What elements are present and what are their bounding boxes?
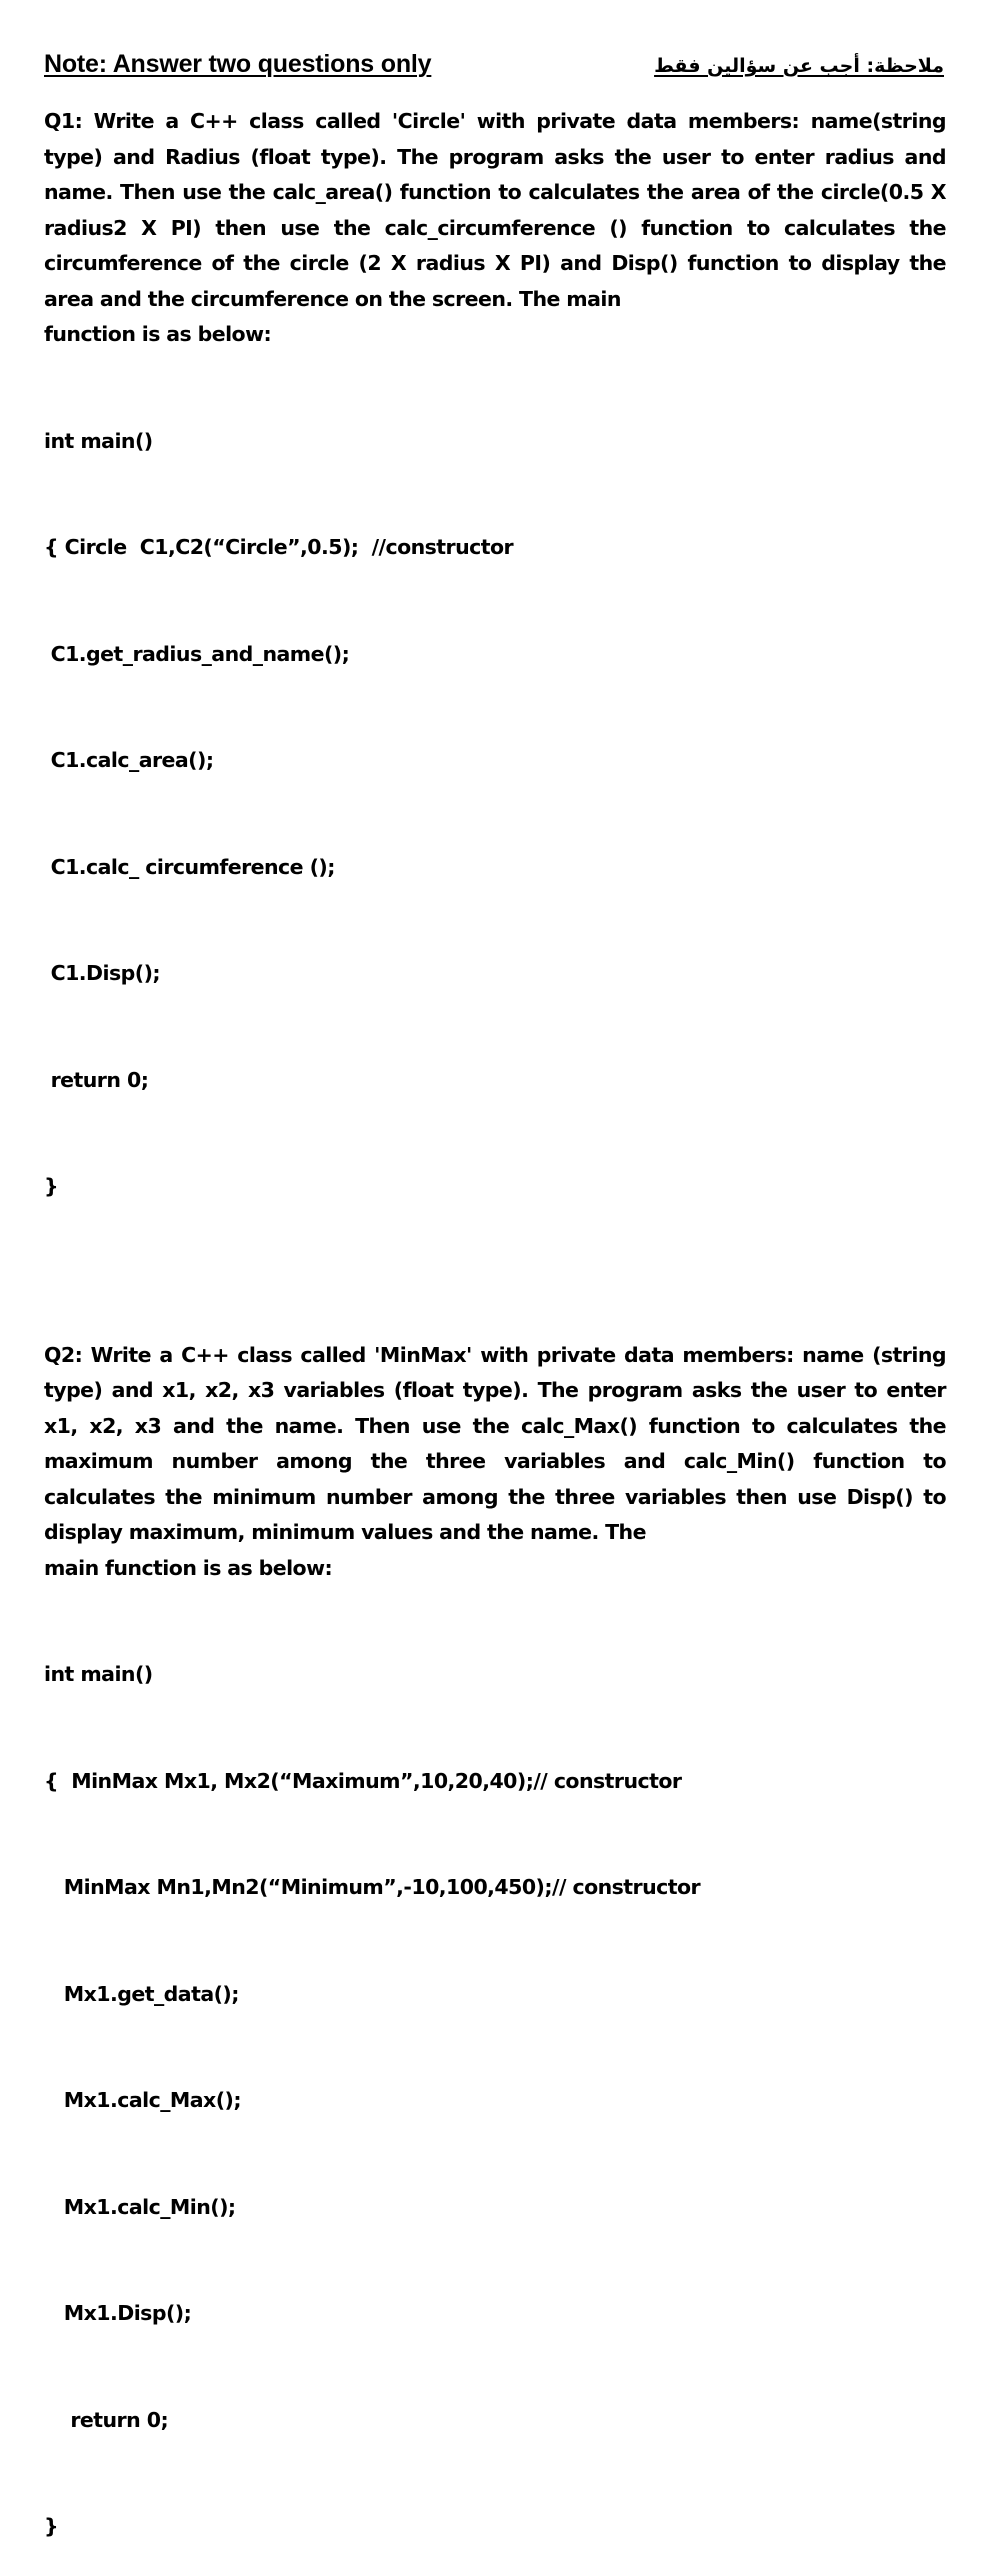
question-q1: Q1: Write a C++ class called 'Circle' wi… <box>44 104 946 1276</box>
q1-code-line: } <box>44 1169 946 1205</box>
q2-code-line: Mx1.calc_Max(); <box>44 2083 946 2119</box>
q2-code-line: Mx1.calc_Min(); <box>44 2190 946 2226</box>
q2-code-line: return 0; <box>44 2403 946 2439</box>
note-heading-arabic: ملاحظة: أجب عن سؤالين فقط <box>654 55 946 77</box>
q1-code-line: { Circle C1,C2(“Circle”,0.5); //construc… <box>44 530 946 566</box>
q2-code-line: Mx1.Disp(); <box>44 2296 946 2332</box>
document-page: Note: Answer two questions only ملاحظة: … <box>0 0 996 1280</box>
q1-code-line: C1.calc_area(); <box>44 743 946 779</box>
q1-code-line: C1.get_radius_and_name(); <box>44 637 946 673</box>
q2-code-block: int main() { MinMax Mx1, Mx2(“Maximum”,1… <box>44 1586 946 2560</box>
header-row: Note: Answer two questions only ملاحظة: … <box>44 50 946 79</box>
q2-code-line: } <box>44 2509 946 2545</box>
q1-statement-tail: function is as below: <box>44 317 946 353</box>
note-heading-english: Note: Answer two questions only <box>44 50 431 79</box>
question-q2: Q2: Write a C++ class called 'MinMax' wi… <box>44 1338 946 2560</box>
q1-code-line: C1.Disp(); <box>44 956 946 992</box>
q1-code-line: int main() <box>44 424 946 460</box>
q2-code-line: MinMax Mn1,Mn2(“Minimum”,-10,100,450);//… <box>44 1870 946 1906</box>
q2-code-line: { MinMax Mx1, Mx2(“Maximum”,10,20,40);//… <box>44 1764 946 1800</box>
document-body: Q1: Write a C++ class called 'Circle' wi… <box>44 104 946 2560</box>
q2-statement: Q2: Write a C++ class called 'MinMax' wi… <box>44 1338 946 1551</box>
q1-statement: Q1: Write a C++ class called 'Circle' wi… <box>44 104 946 317</box>
q2-code-line: Mx1.get_data(); <box>44 1977 946 2013</box>
q1-code-line: return 0; <box>44 1063 946 1099</box>
q2-code-line: int main() <box>44 1657 946 1693</box>
q2-statement-tail: main function is as below: <box>44 1551 946 1587</box>
q1-code-block: int main() { Circle C1,C2(“Circle”,0.5);… <box>44 353 946 1276</box>
q1-code-line: C1.calc_ circumference (); <box>44 850 946 886</box>
question-separator <box>44 1276 946 1338</box>
